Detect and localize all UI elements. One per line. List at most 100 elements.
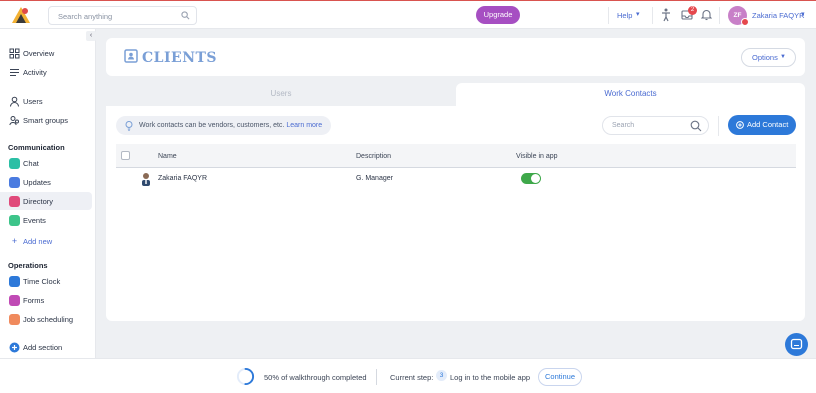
sidebar-item-events[interactable]: Events [0, 211, 92, 229]
visible-in-app-toggle[interactable] [521, 173, 541, 184]
table-row[interactable]: Zakaria FAQYR G. Manager [116, 169, 796, 189]
page-title: CLIENTS [142, 50, 218, 66]
table-header: Name Description Visible in app [116, 144, 796, 168]
support-chat-button[interactable] [785, 333, 808, 356]
user-name-menu[interactable]: Zakaria FAQYR [752, 11, 805, 20]
sidebar: ‹ Overview Activity Users Smart groups C… [0, 29, 96, 358]
address-book-icon [124, 49, 138, 63]
add-section-label: Add section [23, 343, 63, 352]
section-heading-communication: Communication [8, 143, 65, 152]
sidebar-item-updates[interactable]: Updates [0, 173, 92, 191]
sidebar-item-job-scheduling[interactable]: Job scheduling [0, 310, 92, 328]
info-tip: Work contacts can be vendors, customers,… [116, 116, 331, 135]
learn-more-link[interactable]: Learn more [286, 122, 322, 129]
contact-avatar [142, 173, 150, 186]
sidebar-item-smart-groups[interactable]: Smart groups [0, 111, 92, 129]
add-section-button[interactable]: Add section [0, 338, 92, 356]
updates-icon [9, 177, 20, 188]
continue-button[interactable]: Continue [538, 368, 582, 386]
tab-users[interactable]: Users [106, 83, 456, 106]
divider [608, 7, 609, 24]
chevron-down-icon: ▼ [780, 54, 786, 60]
divider [719, 7, 720, 24]
progress-ring [236, 367, 255, 386]
schedule-icon [9, 314, 20, 325]
section-heading-operations: Operations [8, 261, 48, 270]
select-all-checkbox[interactable] [121, 151, 130, 160]
sidebar-item-time-clock[interactable]: Time Clock [0, 272, 92, 290]
sidebar-item-label: Updates [23, 178, 51, 187]
current-step-label: Current step: [390, 373, 434, 382]
toggle-knob [531, 174, 540, 183]
divider [376, 369, 377, 385]
bell-icon[interactable] [701, 8, 712, 21]
divider [718, 116, 719, 136]
sidebar-item-forms[interactable]: Forms [0, 291, 92, 309]
page-header: CLIENTS Options ▼ [106, 38, 805, 76]
column-header-visible[interactable]: Visible in app [516, 153, 558, 160]
add-new-button[interactable]: + Add new [0, 232, 92, 250]
tip-text: Work contacts can be vendors, customers,… [139, 122, 285, 129]
chevron-down-icon[interactable]: ▾ [801, 10, 805, 18]
list-icon [10, 69, 19, 76]
upgrade-button[interactable]: Upgrade [476, 6, 520, 24]
contacts-search-input[interactable]: Search [602, 116, 709, 135]
current-step-text: Log in to the mobile app [450, 373, 531, 382]
sidebar-item-label: Forms [23, 296, 45, 305]
sidebar-item-users[interactable]: Users [0, 92, 92, 110]
tab-bar: Users Work Contacts [106, 83, 805, 106]
sidebar-item-label: Events [23, 216, 46, 225]
sidebar-item-label: Activity [23, 68, 47, 77]
search-placeholder: Search [612, 122, 635, 129]
sidebar-item-label: Smart groups [23, 116, 69, 125]
sidebar-item-label: Job scheduling [23, 315, 74, 324]
top-bar: Search anything Upgrade Help ▾ 2 ZF Zaka… [0, 0, 816, 29]
options-label: Options [752, 53, 778, 62]
sidebar-item-overview[interactable]: Overview [0, 44, 92, 62]
add-contact-label: Add Contact [747, 120, 789, 129]
events-icon [9, 215, 20, 226]
chat-icon [9, 158, 20, 169]
status-dot [741, 18, 749, 26]
global-search-input[interactable]: Search anything [48, 6, 197, 25]
sidebar-item-label: Time Clock [23, 277, 61, 286]
work-contacts-panel: Work contacts can be vendors, customers,… [106, 106, 805, 321]
clock-icon [9, 276, 20, 287]
accessibility-icon[interactable] [661, 8, 671, 22]
add-contact-button[interactable]: Add Contact [728, 115, 796, 135]
contact-description: G. Manager [356, 175, 393, 182]
column-header-name[interactable]: Name [158, 153, 177, 160]
directory-icon [9, 196, 20, 207]
users-icon [9, 116, 19, 126]
search-placeholder: Search anything [58, 12, 113, 21]
tab-work-contacts[interactable]: Work Contacts [456, 83, 805, 106]
forms-icon [9, 295, 20, 306]
grid-icon [9, 48, 20, 59]
sidebar-item-activity[interactable]: Activity [0, 63, 92, 81]
search-icon [690, 120, 702, 132]
plus-circle-icon [9, 342, 20, 353]
column-header-description[interactable]: Description [356, 153, 391, 160]
add-new-label: Add new [23, 237, 53, 246]
search-icon [181, 11, 190, 20]
sidebar-item-label: Directory [23, 197, 54, 206]
plus-icon: + [11, 236, 18, 246]
contact-name[interactable]: Zakaria FAQYR [158, 175, 207, 182]
step-number-badge: 3 [436, 370, 447, 381]
sidebar-item-chat[interactable]: Chat [0, 154, 92, 172]
user-icon [10, 96, 19, 107]
chevron-down-icon[interactable]: ▾ [636, 10, 640, 18]
help-menu[interactable]: Help [617, 11, 632, 20]
sidebar-item-label: Overview [23, 49, 55, 58]
app-logo-icon[interactable] [10, 5, 32, 25]
plus-circle-icon [736, 121, 744, 129]
sidebar-item-label: Chat [23, 159, 39, 168]
walkthrough-bar: 50% of walkthrough completed Current ste… [0, 358, 816, 393]
collapse-sidebar-button[interactable]: ‹ [86, 31, 96, 41]
divider [652, 7, 653, 24]
options-button[interactable]: Options ▼ [741, 48, 796, 67]
walkthrough-progress-text: 50% of walkthrough completed [264, 373, 367, 382]
sidebar-item-label: Users [23, 97, 43, 106]
chat-bubble-icon [790, 338, 803, 350]
sidebar-item-directory[interactable]: Directory [0, 192, 92, 210]
